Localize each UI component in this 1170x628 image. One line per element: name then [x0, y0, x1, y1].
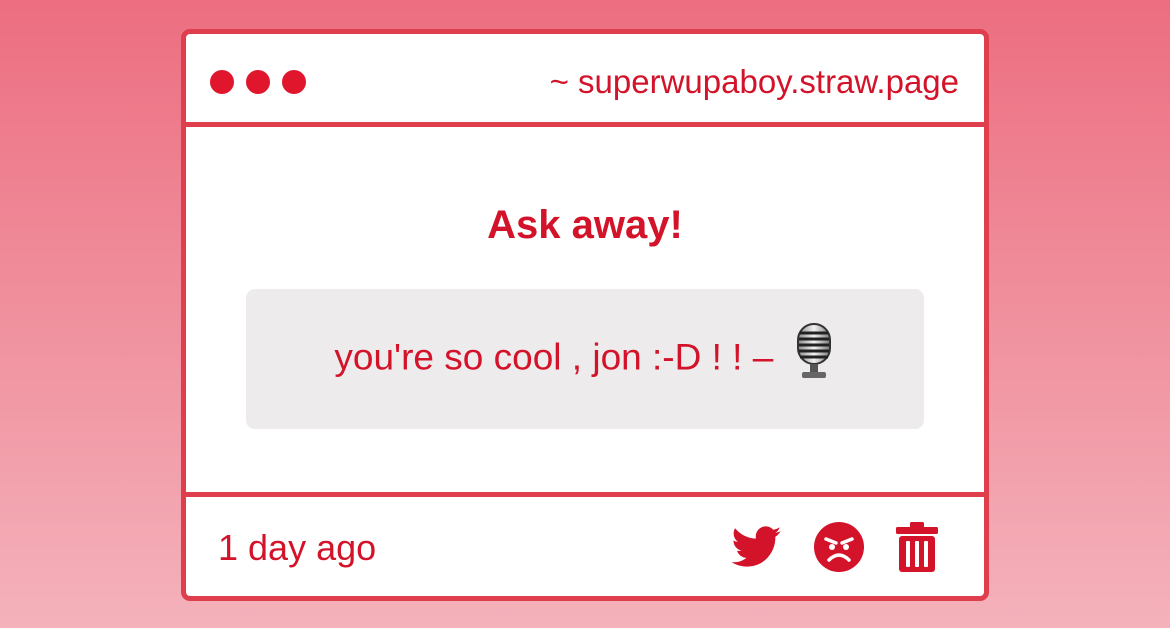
angry-face-icon[interactable] — [814, 522, 864, 577]
card-footer: 1 day ago — [186, 492, 984, 596]
window-controls — [210, 70, 306, 94]
window-dot-2 — [246, 70, 270, 94]
page-url: ~ superwupaboy.straw.page — [549, 63, 959, 100]
timestamp: 1 day ago — [218, 527, 377, 568]
card-content: Ask away! you're so cool , jon :-D ! ! – — [186, 127, 984, 492]
question-text: you're so cool , jon :-D ! ! – — [334, 322, 835, 389]
twitter-icon[interactable] — [731, 526, 782, 573]
question-card: ~ superwupaboy.straw.page Ask away! you'… — [181, 29, 989, 601]
window-dot-3 — [282, 70, 306, 94]
title-bar: ~ superwupaboy.straw.page — [186, 34, 984, 127]
question-box: you're so cool , jon :-D ! ! – — [246, 289, 924, 429]
question-label: you're so cool , jon :-D ! ! – — [334, 335, 774, 377]
page-title: Ask away! — [487, 203, 683, 247]
studio-microphone-icon — [792, 322, 836, 389]
window-dot-1 — [210, 70, 234, 94]
trash-icon[interactable] — [896, 522, 938, 577]
action-bar — [731, 522, 938, 577]
